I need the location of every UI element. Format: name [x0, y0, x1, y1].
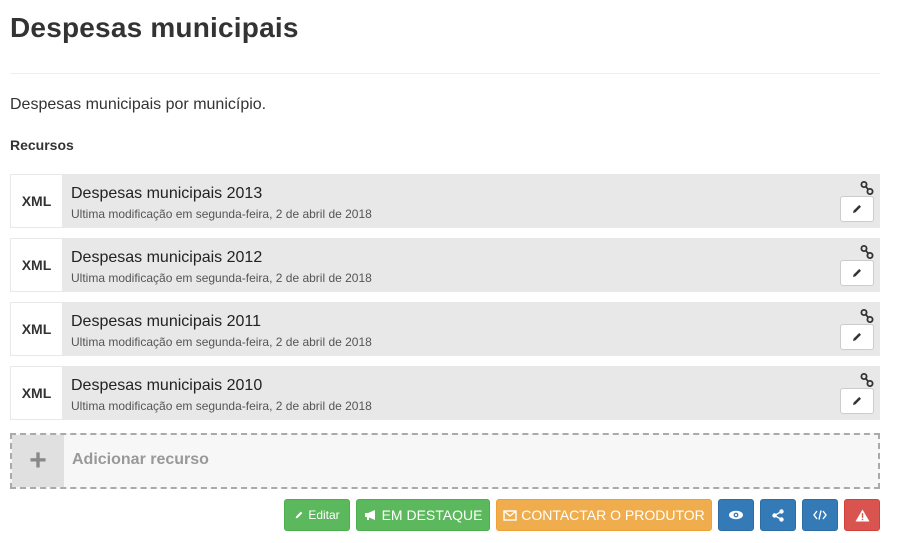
report-issue-button[interactable] [844, 499, 880, 531]
pencil-icon [853, 269, 861, 277]
page-title: Despesas municipais [10, 12, 299, 43]
page-description: Despesas municipais por município. [10, 96, 267, 113]
pencil-icon [853, 397, 861, 405]
pencil-icon [294, 510, 304, 520]
edit-resource-button[interactable] [840, 196, 874, 222]
edit-resource-button[interactable] [840, 388, 874, 414]
pencil-icon [853, 333, 861, 341]
resource-modified-date: Ultima modificação em segunda-feira, 2 d… [71, 207, 372, 221]
bullhorn-icon [364, 509, 378, 521]
embed-code-button[interactable] [802, 499, 838, 531]
resource-item[interactable]: XML Despesas municipais 2011 Ultima modi… [10, 302, 880, 356]
share-icon [772, 508, 784, 522]
resource-item[interactable]: XML Despesas municipais 2013 Ultima modi… [10, 174, 880, 228]
resource-title[interactable]: Despesas municipais 2010 [71, 377, 262, 395]
add-resource-label: Adicionar recurso [72, 451, 209, 468]
edit-resource-button[interactable] [840, 324, 874, 350]
format-label: XML [10, 174, 63, 228]
share-button[interactable] [760, 499, 796, 531]
resources-heading: Recursos [10, 137, 74, 153]
link-icon[interactable] [860, 180, 874, 196]
preview-button[interactable] [718, 499, 754, 531]
format-label: XML [10, 302, 63, 356]
resource-modified-date: Ultima modificação em segunda-feira, 2 d… [71, 271, 372, 285]
title-divider [10, 73, 880, 74]
contact-producer-button[interactable]: CONTACTAR O PRODUTOR [496, 499, 712, 531]
link-icon[interactable] [860, 308, 874, 324]
resource-title[interactable]: Despesas municipais 2012 [71, 249, 262, 267]
featured-button-label: EM DESTAQUE [381, 507, 483, 523]
edit-button-label: Editar [308, 508, 340, 522]
resource-modified-date: Ultima modificação em segunda-feira, 2 d… [71, 335, 372, 349]
featured-button[interactable]: EM DESTAQUE [356, 499, 490, 531]
format-label: XML [10, 366, 63, 420]
format-label: XML [10, 238, 63, 292]
warning-icon [855, 509, 870, 522]
code-icon [813, 510, 827, 520]
resource-item[interactable]: XML Despesas municipais 2012 Ultima modi… [10, 238, 880, 292]
eye-icon [728, 510, 744, 520]
edit-resource-button[interactable] [840, 260, 874, 286]
add-resource-button[interactable]: + Adicionar recurso [10, 433, 880, 489]
link-icon[interactable] [860, 244, 874, 260]
action-bar: Editar EM DESTAQUE CONTACTAR O PRODUTOR [284, 499, 880, 531]
resource-title[interactable]: Despesas municipais 2011 [71, 313, 261, 331]
resource-modified-date: Ultima modificação em segunda-feira, 2 d… [71, 399, 372, 413]
pencil-icon [853, 205, 861, 213]
envelope-icon [503, 509, 517, 521]
contact-button-label: CONTACTAR O PRODUTOR [521, 507, 705, 523]
edit-button[interactable]: Editar [284, 499, 350, 531]
resource-title[interactable]: Despesas municipais 2013 [71, 185, 262, 203]
plus-icon: + [12, 435, 64, 487]
resource-item[interactable]: XML Despesas municipais 2010 Ultima modi… [10, 366, 880, 420]
link-icon[interactable] [860, 372, 874, 388]
resource-list: XML Despesas municipais 2013 Ultima modi… [10, 174, 880, 430]
